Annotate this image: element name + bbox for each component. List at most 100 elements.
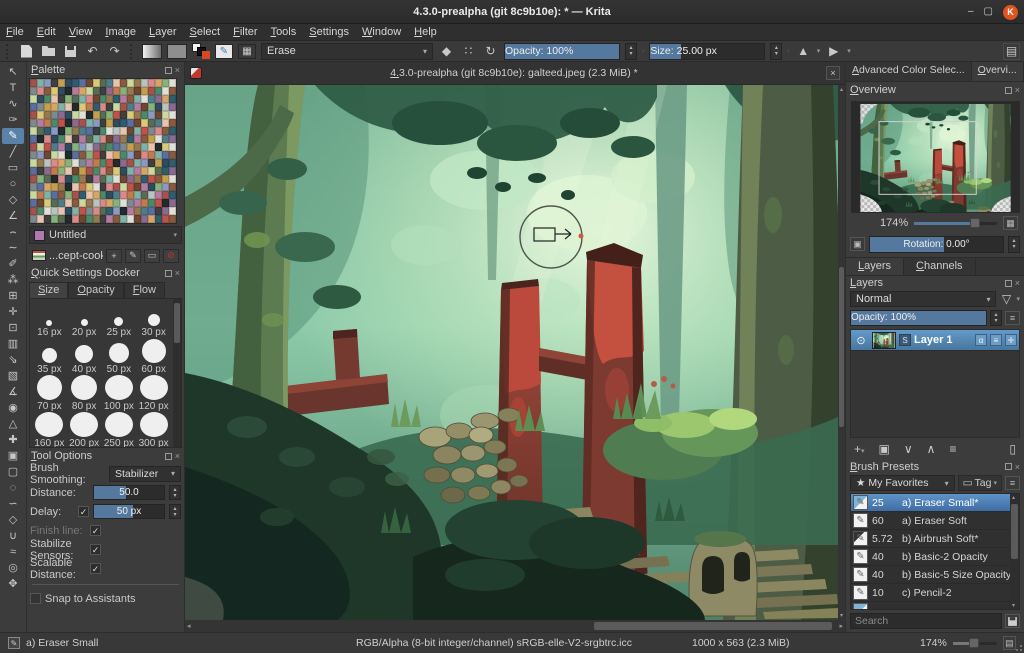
palette-swatch[interactable] [43, 199, 51, 207]
palette-swatch[interactable] [99, 127, 107, 135]
palette-swatch[interactable] [43, 135, 51, 143]
palette-swatch[interactable] [43, 167, 51, 175]
size-option[interactable]: 250 px [102, 412, 137, 447]
palette-swatch[interactable] [141, 199, 149, 207]
palette-swatch[interactable] [106, 135, 114, 143]
palette-swatch[interactable] [50, 127, 58, 135]
palette-swatch[interactable] [120, 119, 128, 127]
size-slider[interactable]: Size: 25.00 px [649, 42, 766, 60]
preset-row[interactable]: ✎ 10 c) Pencil-2 [851, 584, 1019, 602]
palette-swatch[interactable] [64, 143, 72, 151]
palette-swatch[interactable] [71, 151, 79, 159]
scalable-distance-checkbox[interactable]: ✓ [90, 563, 101, 574]
status-zoom-slider[interactable] [952, 637, 997, 648]
palette-swatch[interactable] [99, 143, 107, 151]
palette-swatch[interactable] [141, 175, 149, 183]
palette-swatch[interactable] [71, 175, 79, 183]
palette-swatch[interactable] [85, 183, 93, 191]
polygon-select-tool-icon[interactable]: ◇ [2, 512, 24, 528]
palette-swatch[interactable] [57, 215, 65, 223]
palette-swatch[interactable] [148, 103, 156, 111]
palette-swatch[interactable] [134, 87, 142, 95]
palette-swatch[interactable] [57, 79, 65, 87]
polygon-tool-icon[interactable]: ◇ [2, 192, 24, 208]
palette-swatch[interactable] [162, 143, 170, 151]
opacity-slider[interactable]: Opacity: 100% [504, 42, 620, 60]
palette-swatch[interactable] [50, 215, 58, 223]
palette-swatch[interactable] [113, 151, 121, 159]
size-spinner[interactable]: ▴ ▾ [770, 42, 783, 60]
palette-swatch[interactable] [113, 207, 121, 215]
palette-swatch[interactable] [155, 159, 163, 167]
palette-swatch[interactable] [155, 119, 163, 127]
palette-swatch[interactable] [43, 87, 51, 95]
palette-swatch[interactable] [141, 207, 149, 215]
palette-swatch[interactable] [30, 127, 37, 135]
palette-swatch[interactable] [148, 191, 156, 199]
menu-edit[interactable]: Edit [37, 26, 56, 38]
undo-button[interactable]: ↶ [84, 43, 101, 60]
palette-swatch[interactable] [134, 119, 142, 127]
palette-swatch[interactable] [43, 119, 51, 127]
palette-swatch[interactable] [99, 151, 107, 159]
choose-brush-preset-button[interactable]: ▦ [238, 43, 256, 59]
palette-swatch[interactable] [64, 151, 72, 159]
palette-swatch[interactable] [50, 111, 58, 119]
text-tool-icon[interactable]: T [2, 80, 24, 96]
close-icon[interactable]: K [1003, 4, 1018, 20]
float-docker-icon[interactable] [164, 269, 172, 277]
palette-swatch[interactable] [50, 87, 58, 95]
palette-swatch[interactable] [57, 135, 65, 143]
palette-swatch[interactable] [78, 143, 86, 151]
palette-swatch[interactable] [50, 159, 58, 167]
preset-row[interactable]: ✎ 40 b) Basic-5 Size Opacity [851, 566, 1019, 584]
palette-swatch[interactable] [134, 151, 142, 159]
tag-filter-dropdown[interactable]: ★ My Favorites ▾ [850, 475, 955, 491]
palette-swatch[interactable] [64, 111, 72, 119]
palette-swatch[interactable] [155, 79, 163, 87]
palette-swatch[interactable] [50, 135, 58, 143]
palette-swatch[interactable] [71, 103, 79, 111]
palette-swatch[interactable] [127, 95, 135, 103]
palette-swatch[interactable] [155, 215, 163, 223]
layer-visibility-icon[interactable]: ⊙ [853, 334, 869, 347]
palette-swatch[interactable] [155, 87, 163, 95]
palette-swatch[interactable] [50, 79, 58, 87]
palette-swatch[interactable] [134, 175, 142, 183]
palette-swatch[interactable] [57, 119, 65, 127]
resize-grip[interactable] [1015, 644, 1023, 652]
palette-swatch[interactable] [106, 183, 114, 191]
palette-swatch[interactable] [36, 135, 44, 143]
preset-row[interactable]: ✎ 5.72 b) Airbrush Soft* [851, 530, 1019, 548]
palette-swatch[interactable] [85, 119, 93, 127]
stabilize-sensors-checkbox[interactable]: ✓ [90, 544, 101, 555]
palette-swatch[interactable] [106, 159, 114, 167]
palette-swatch[interactable] [64, 207, 72, 215]
magnetic-select-tool-icon[interactable]: ∪ [2, 528, 24, 544]
palette-swatch[interactable] [169, 175, 176, 183]
palette-swatch[interactable] [57, 175, 65, 183]
palette-swatch[interactable] [113, 95, 121, 103]
palette-swatch[interactable] [78, 111, 86, 119]
palette-swatch[interactable] [64, 159, 72, 167]
palette-swatch[interactable] [92, 111, 100, 119]
palette-swatch[interactable] [92, 215, 100, 223]
palette-swatch[interactable] [30, 79, 37, 87]
palette-swatch[interactable] [141, 215, 149, 223]
palette-swatch[interactable] [127, 191, 135, 199]
palette-swatch[interactable] [30, 199, 37, 207]
palette-swatch[interactable] [134, 135, 142, 143]
palette-swatch[interactable] [99, 87, 107, 95]
palette-swatch[interactable] [141, 167, 149, 175]
palette-swatch[interactable] [43, 143, 51, 151]
float-docker-icon[interactable] [164, 66, 172, 74]
palette-swatch[interactable] [43, 79, 51, 87]
palette-swatch[interactable] [162, 135, 170, 143]
calligraphy-tool-icon[interactable]: ✑ [2, 112, 24, 128]
layer-opacity-spinner[interactable]: ▴ ▾ [990, 310, 1002, 326]
palette-swatch[interactable] [169, 87, 176, 95]
pan-tool-icon[interactable]: ✥ [2, 576, 24, 592]
palette-swatch[interactable] [120, 143, 128, 151]
palette-swatch[interactable] [71, 207, 79, 215]
palette-swatch[interactable] [113, 175, 121, 183]
